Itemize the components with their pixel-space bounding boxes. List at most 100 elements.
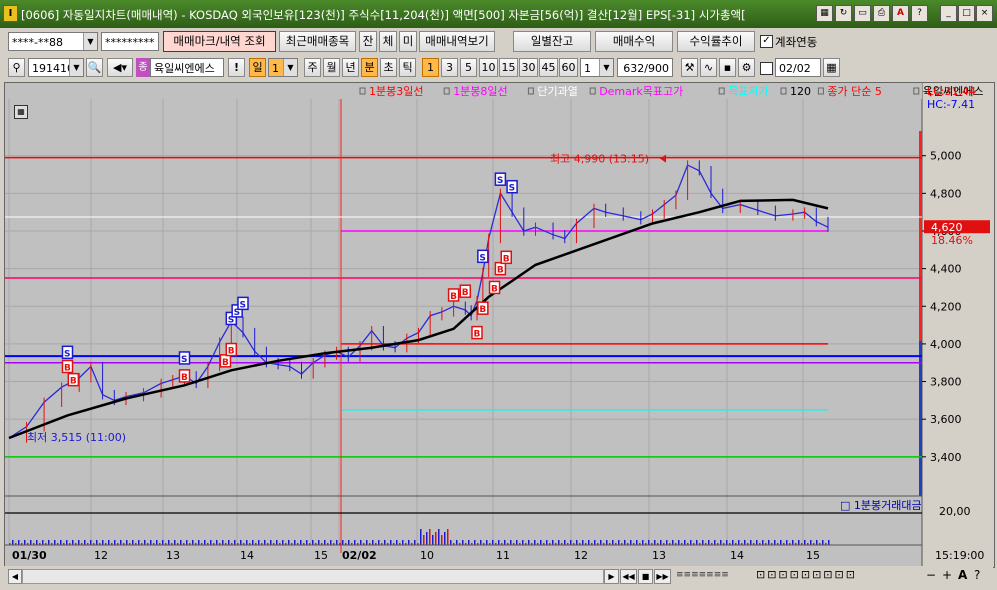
- grid-toggle-icon[interactable]: ▦: [14, 105, 28, 119]
- volume-bar: [120, 540, 122, 545]
- volume-bar: [12, 540, 14, 545]
- nav-forward-button[interactable]: ▶▶: [654, 569, 671, 584]
- minimize-icon[interactable]: _: [940, 5, 957, 22]
- recent-trade-button[interactable]: 최근매매종목: [279, 31, 356, 52]
- legend-item: 종가 단순 5: [827, 85, 881, 98]
- period-month-button[interactable]: 월: [323, 58, 340, 77]
- period-year-button[interactable]: 년: [342, 58, 359, 77]
- tool-icon[interactable]: ⚒: [681, 58, 698, 77]
- dropdown-icon[interactable]: ▼: [69, 59, 83, 76]
- volume-bar: [126, 540, 128, 545]
- speaker-icon[interactable]: ◀▾: [107, 58, 133, 77]
- sell-marker-label: S: [497, 176, 503, 186]
- pin-icon[interactable]: ⚲: [8, 58, 25, 77]
- trade-profit-button[interactable]: 매매수익: [595, 31, 673, 52]
- zoom-out-button[interactable]: −: [926, 568, 936, 582]
- minute-10-button[interactable]: 10: [479, 58, 498, 77]
- help-icon[interactable]: ?: [911, 5, 928, 22]
- account-select[interactable]: ****-**88 ▼: [8, 32, 98, 51]
- nav-stop-button[interactable]: ■: [638, 569, 653, 584]
- stock-name-field[interactable]: 육일씨엔에스: [150, 58, 224, 77]
- tile-icon[interactable]: ▦: [816, 5, 833, 22]
- help-button[interactable]: ?: [974, 568, 980, 582]
- volume-bar: [306, 540, 308, 545]
- execution-button[interactable]: 체: [379, 31, 397, 52]
- volume-bar: [480, 540, 482, 545]
- minute-3-button[interactable]: 3: [441, 58, 458, 77]
- price-chart[interactable]: 5,0004,8004,6004,4004,2004,0003,8003,600…: [5, 83, 994, 567]
- search-icon[interactable]: 🔍: [86, 58, 103, 77]
- period-week-button[interactable]: 주: [304, 58, 321, 77]
- chart-icon[interactable]: ∿: [700, 58, 717, 77]
- volume-bar: [702, 540, 704, 545]
- text-tool-button[interactable]: A: [958, 568, 967, 582]
- volume-bar: [816, 540, 818, 545]
- buy-marker-label: B: [450, 292, 457, 302]
- bottom-bar: ◀ ▶ ◀◀ ■ ▶▶ ≡≡≡≡≡≡≡ ⊡⊡⊡⊡⊡⊡⊡⊡⊡ − + A ?: [4, 566, 993, 586]
- stock-code-input[interactable]: 191410 ▼: [28, 58, 84, 77]
- y-tick-label: 3,800: [930, 376, 962, 389]
- buy-marker-label: B: [462, 288, 469, 298]
- nav-rewind-button[interactable]: ◀◀: [620, 569, 637, 584]
- count-field[interactable]: 632/900: [617, 58, 673, 77]
- daily-balance-button[interactable]: 일별잔고: [513, 31, 591, 52]
- volume-bar: [540, 540, 542, 545]
- minute-5-button[interactable]: 5: [460, 58, 477, 77]
- minute-15-button[interactable]: 15: [499, 58, 518, 77]
- volume-tick-label: 20,00: [939, 505, 971, 518]
- sell-marker-label: S: [181, 355, 187, 365]
- dropdown-icon[interactable]: ▼: [599, 59, 613, 76]
- volume-bar: [570, 540, 572, 545]
- minute-60-button[interactable]: 60: [559, 58, 578, 77]
- trade-mark-query-button[interactable]: 매매마크/내역 조회: [163, 31, 276, 52]
- volume-bar: [606, 540, 608, 545]
- settings-icon[interactable]: ⚙: [738, 58, 755, 77]
- zoom-slider[interactable]: ≡≡≡≡≡≡≡: [676, 569, 746, 582]
- date-checkbox[interactable]: [760, 62, 773, 75]
- alert-button[interactable]: !: [228, 58, 245, 77]
- trade-history-button[interactable]: 매매내역보기: [419, 31, 495, 52]
- account-link-checkbox[interactable]: ✓: [760, 35, 773, 48]
- date-field[interactable]: 02/02: [775, 58, 821, 77]
- minute-30-button[interactable]: 30: [519, 58, 538, 77]
- ma120-line: [8, 198, 829, 440]
- volume-bar: [204, 540, 206, 545]
- volume-bar: [354, 540, 356, 545]
- scroll-left-icon[interactable]: ◀: [8, 569, 22, 584]
- nav-play-button[interactable]: ▶: [604, 569, 619, 584]
- zoom-in-button[interactable]: +: [942, 568, 952, 582]
- minute-45-button[interactable]: 45: [539, 58, 558, 77]
- period-minute-button[interactable]: 분: [361, 58, 378, 77]
- refresh-icon[interactable]: ↻: [835, 5, 852, 22]
- minute-1-button[interactable]: 1: [422, 58, 439, 77]
- password-field[interactable]: *********: [101, 32, 159, 51]
- period-second-button[interactable]: 초: [380, 58, 397, 77]
- maximize-icon[interactable]: □: [958, 5, 975, 22]
- buy-marker-label: B: [479, 305, 486, 315]
- volume-bar: [264, 540, 266, 545]
- balance-button[interactable]: 잔: [359, 31, 377, 52]
- chart-area[interactable]: 5,0004,8004,6004,4004,2004,0003,8003,600…: [4, 82, 995, 568]
- dropdown-icon[interactable]: ▼: [283, 59, 297, 76]
- volume-bar: [66, 540, 68, 545]
- save-icon[interactable]: ▪: [719, 58, 736, 77]
- dropdown-icon[interactable]: ▼: [83, 33, 97, 50]
- period-num-select[interactable]: 1 ▼: [268, 58, 298, 77]
- horizontal-scrollbar[interactable]: [22, 569, 604, 584]
- window-icon[interactable]: ▭: [854, 5, 871, 22]
- interval-select[interactable]: 1 ▼: [580, 58, 614, 77]
- volume-bar: [42, 540, 44, 545]
- return-trend-button[interactable]: 수익률추이: [677, 31, 755, 52]
- calendar-icon[interactable]: ▦: [823, 58, 840, 77]
- period-tick-button[interactable]: 틱: [399, 58, 416, 77]
- drawing-tools[interactable]: ⊡⊡⊡⊡⊡⊡⊡⊡⊡: [756, 568, 857, 581]
- volume-bar: [222, 540, 224, 545]
- close-icon[interactable]: ×: [976, 5, 993, 22]
- buy-marker-label: B: [497, 266, 504, 276]
- volume-bar: [414, 540, 416, 545]
- alert-icon[interactable]: A: [892, 5, 909, 22]
- volume-bar: [318, 540, 320, 545]
- unfilled-button[interactable]: 미: [399, 31, 417, 52]
- period-day-button[interactable]: 일: [249, 58, 266, 77]
- print-icon[interactable]: ⎙: [873, 5, 890, 22]
